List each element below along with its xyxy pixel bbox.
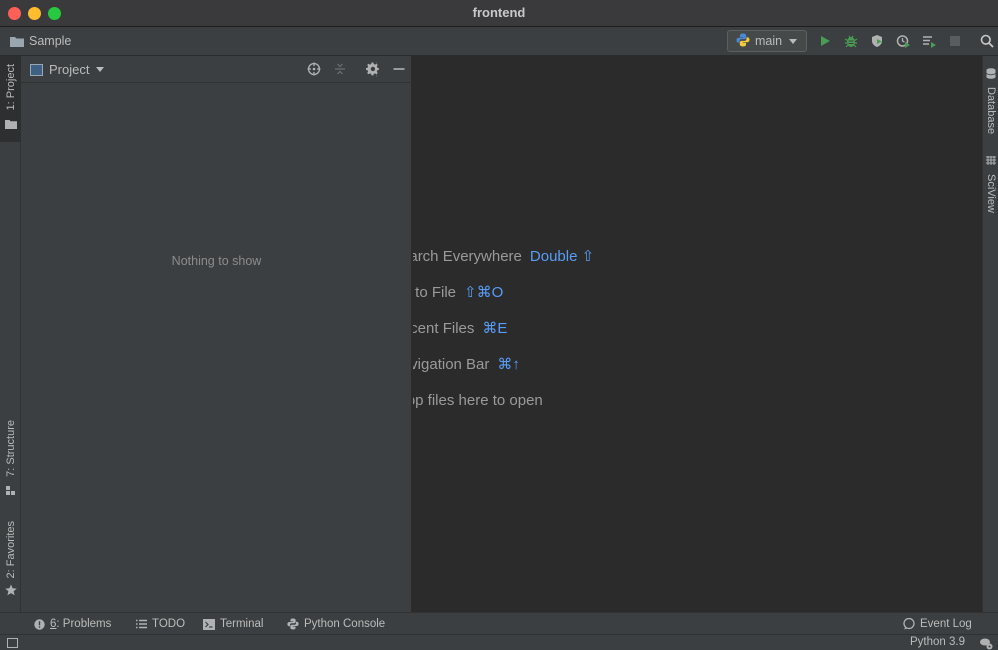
tab-database[interactable]: Database — [983, 66, 998, 134]
tab-structure[interactable]: 7: Structure — [0, 418, 21, 502]
search-icon[interactable] — [979, 33, 995, 49]
hint-shortcut: ⇧⌘O — [464, 284, 504, 301]
project-window-icon — [30, 63, 43, 76]
minimize-icon[interactable] — [391, 61, 407, 77]
event-log-tab[interactable]: Event Log — [903, 616, 972, 632]
collapse-all-icon[interactable] — [332, 61, 348, 77]
bottom-tool-bar: 6 : Problems TODO Terminal Python Consol… — [0, 612, 998, 634]
navigation-bar: Sample main — [0, 27, 998, 56]
status-bar: Python 3.9 — [0, 634, 998, 650]
hint-shortcut: ⌘↑ — [497, 356, 520, 373]
database-icon — [986, 66, 996, 84]
tab-favorites[interactable]: 2: Favorites — [0, 518, 21, 604]
structure-icon — [5, 482, 16, 500]
interpreter-settings-icon[interactable] — [979, 637, 993, 650]
stop-icon[interactable] — [947, 33, 963, 49]
run-configuration-select[interactable]: main — [727, 30, 807, 52]
python-icon — [736, 33, 750, 50]
right-tool-stripe: Database SciView — [982, 56, 998, 612]
hint-shortcut: ⌘E — [482, 320, 508, 337]
hint-drop-files: Drop files here to open — [413, 390, 543, 410]
project-panel-header: Project — [21, 56, 412, 83]
terminal-icon — [203, 618, 215, 630]
problems-label: : Problems — [56, 618, 112, 630]
project-tool-window: Project Nothing to show — [21, 56, 412, 612]
hint-label: Search Everywhere — [413, 247, 522, 265]
python-console-tab[interactable]: Python Console — [287, 616, 385, 632]
editor-empty-area[interactable]: Search Everywhere Double ⇧ Go to File ⇧⌘… — [413, 56, 982, 612]
hint-label: Recent Files — [413, 319, 475, 337]
tab-structure-label: 7: Structure — [4, 420, 17, 477]
todo-label: TODO — [152, 618, 186, 630]
window-title: frontend — [472, 5, 526, 20]
hint-shortcut: Double ⇧ — [529, 248, 595, 265]
tab-database-label: Database — [985, 87, 997, 135]
star-icon — [4, 583, 17, 601]
locate-icon[interactable] — [306, 61, 322, 77]
python-console-icon — [287, 618, 299, 630]
info-icon — [33, 618, 45, 630]
toggle-tool-windows-icon[interactable] — [7, 638, 18, 648]
run-configuration-label: main — [755, 34, 783, 48]
debug-icon[interactable] — [843, 33, 859, 49]
coverage-icon[interactable] — [869, 33, 885, 49]
title-bar: frontend — [0, 0, 998, 27]
run-tasks-icon[interactable] — [921, 33, 937, 49]
python-console-label: Python Console — [304, 618, 386, 630]
hint-label: Navigation Bar — [413, 355, 490, 373]
project-view-selector[interactable]: Project — [30, 61, 105, 78]
python-interpreter-status[interactable]: Python 3.9 — [910, 636, 965, 648]
hint-navigation-bar: Navigation Bar ⌘↑ — [413, 354, 520, 374]
tab-sciview-label: SciView — [985, 174, 997, 213]
ide-window: frontend Sample main 1: Project 7: Struc… — [0, 0, 998, 650]
hint-label: Go to File — [413, 283, 457, 301]
terminal-tab[interactable]: Terminal — [203, 616, 263, 632]
tab-favorites-label: 2: Favorites — [4, 520, 17, 579]
terminal-label: Terminal — [220, 618, 264, 630]
problems-tab[interactable]: 6 : Problems — [33, 616, 111, 632]
tab-project[interactable]: 1: Project — [0, 56, 21, 142]
todo-tab[interactable]: TODO — [135, 616, 185, 632]
folder-icon — [4, 116, 17, 134]
breadcrumb[interactable]: Sample — [10, 33, 71, 49]
sciview-icon — [986, 153, 996, 171]
tab-project-label: 1: Project — [4, 64, 17, 111]
event-log-label: Event Log — [920, 618, 972, 630]
tab-sciview[interactable]: SciView — [983, 153, 998, 213]
hint-go-to-file: Go to File ⇧⌘O — [413, 282, 503, 302]
breadcrumb-label: Sample — [29, 34, 72, 48]
event-log-icon — [903, 618, 915, 630]
profile-icon[interactable] — [895, 33, 911, 49]
gear-icon[interactable] — [365, 61, 381, 77]
run-icon[interactable] — [817, 33, 833, 49]
folder-icon — [10, 36, 24, 47]
hint-search-everywhere: Search Everywhere Double ⇧ — [413, 246, 594, 266]
hint-recent-files: Recent Files ⌘E — [413, 318, 507, 338]
chevron-down-icon — [789, 39, 797, 44]
empty-state-text: Nothing to show — [171, 254, 262, 268]
left-tool-stripe: 1: Project 7: Structure 2: Favorites — [0, 56, 21, 612]
project-panel-title: Project — [49, 62, 90, 77]
hint-label: Drop files here to open — [413, 391, 543, 409]
chevron-down-icon — [96, 67, 105, 72]
list-icon — [135, 618, 147, 630]
